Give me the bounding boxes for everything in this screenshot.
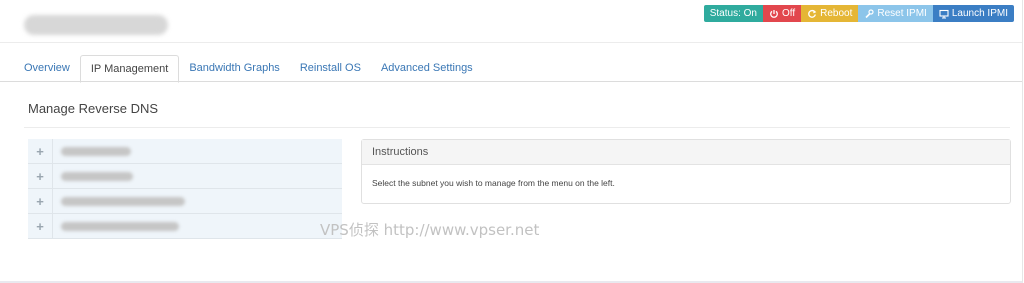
tab-reinstall-os[interactable]: Reinstall OS [290, 55, 371, 82]
instructions-text: Select the subnet you wish to manage fro… [372, 178, 615, 188]
power-off-button[interactable]: Off [762, 5, 802, 22]
reboot-label: Reboot [820, 8, 853, 19]
watermark: VPS侦探 http://www.vpser.net [320, 221, 540, 239]
header-divider [0, 42, 1022, 43]
monitor-icon [939, 9, 949, 19]
server-actions: Status: On Off Reboot Reset IPMI Launch … [703, 5, 1014, 22]
refresh-icon [808, 9, 817, 18]
tab-advanced-settings[interactable]: Advanced Settings [371, 55, 483, 82]
expand-icon[interactable]: + [28, 164, 53, 188]
subnet-item[interactable]: + [28, 139, 342, 164]
tab-bar: Overview IP Management Bandwidth Graphs … [14, 55, 483, 83]
subnet-item[interactable]: + [28, 189, 342, 214]
tab-bandwidth-graphs[interactable]: Bandwidth Graphs [179, 55, 290, 82]
power-off-label: Off [781, 8, 796, 19]
tab-divider [0, 81, 1022, 82]
power-icon [770, 9, 778, 18]
status-label: Status: On [709, 8, 757, 19]
launch-ipmi-label: Launch IPMI [951, 8, 1008, 19]
server-name-redacted [24, 15, 168, 35]
reset-ipmi-button[interactable]: Reset IPMI [858, 5, 933, 22]
subnet-label-redacted [61, 196, 185, 206]
expand-icon[interactable]: + [28, 139, 53, 163]
wrench-icon [865, 8, 874, 18]
subnet-list: + + + + [28, 139, 342, 239]
section-title: Manage Reverse DNS [28, 101, 159, 116]
expand-icon[interactable]: + [28, 189, 53, 213]
expand-icon[interactable]: + [28, 214, 53, 238]
subnet-item[interactable]: + [28, 214, 342, 239]
instructions-title: Instructions [362, 140, 1010, 165]
tab-overview[interactable]: Overview [14, 55, 80, 82]
subnet-item[interactable]: + [28, 164, 342, 189]
subnet-label-redacted [61, 146, 131, 156]
subnet-label-redacted [61, 221, 179, 231]
reset-ipmi-label: Reset IPMI [877, 8, 927, 19]
reboot-button[interactable]: Reboot [801, 5, 859, 22]
status-button[interactable]: Status: On [703, 5, 763, 22]
section-divider [24, 127, 1010, 128]
subnet-label-redacted [61, 171, 133, 181]
instructions-panel: Instructions Select the subnet you wish … [361, 139, 1011, 204]
launch-ipmi-button[interactable]: Launch IPMI [932, 5, 1014, 22]
tab-ip-management[interactable]: IP Management [79, 55, 180, 83]
